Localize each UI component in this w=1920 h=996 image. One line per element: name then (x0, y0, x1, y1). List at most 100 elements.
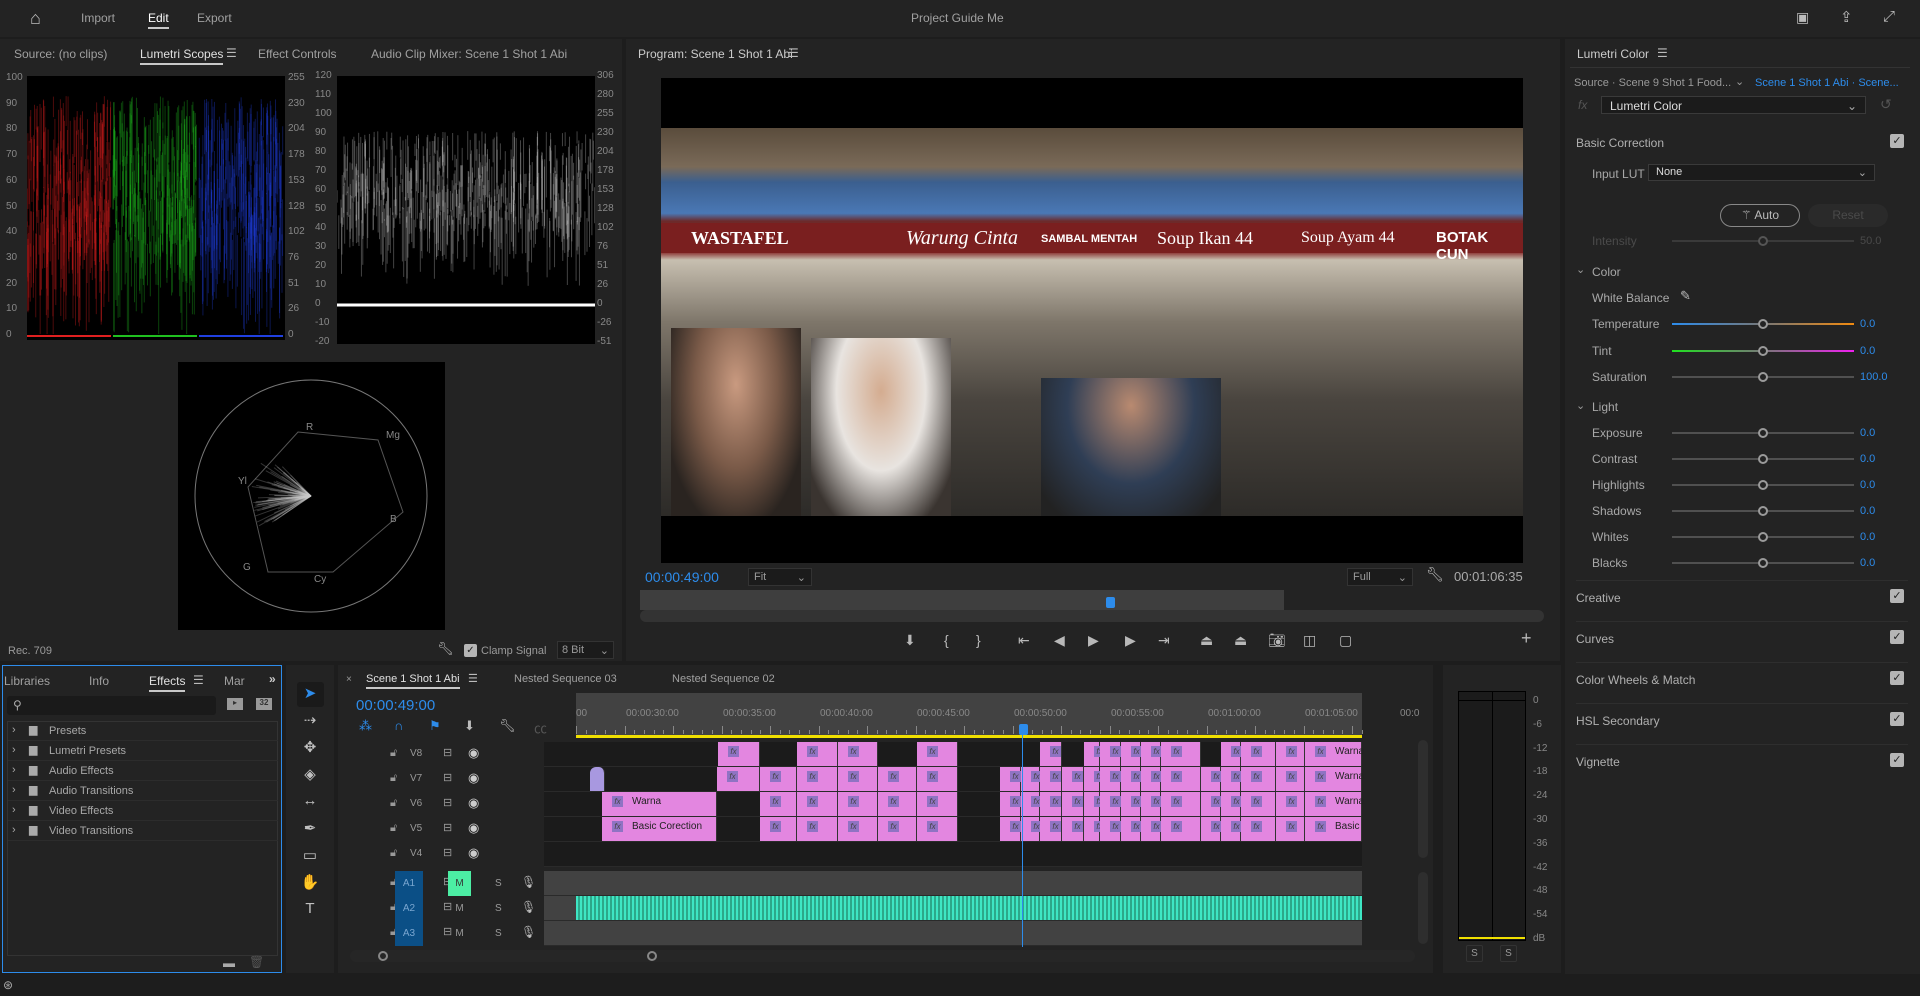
mark-out-icon[interactable]: } (976, 632, 981, 648)
video-clip[interactable]: fx (760, 767, 797, 791)
nav-import[interactable]: Import (81, 11, 115, 25)
track-select-tool-icon[interactable]: ⇢ (298, 711, 322, 729)
lift-icon[interactable]: ⏏ (1200, 632, 1213, 649)
section-basic-correction[interactable]: Basic Correction ✓ (1576, 126, 1908, 150)
slider-knob[interactable] (1758, 319, 1768, 329)
effects-folder[interactable]: › ▆ Presets (8, 721, 278, 741)
chevron-down-icon[interactable]: ⌄ (1735, 75, 1744, 88)
slider-knob[interactable] (1758, 345, 1768, 356)
nav-export[interactable]: Export (197, 11, 232, 25)
video-clip[interactable]: fx (1241, 792, 1276, 816)
track-name[interactable]: V4 (410, 848, 422, 859)
lock-icon[interactable]: 🔓︎ (390, 747, 397, 760)
video-clip[interactable]: fx (1141, 767, 1162, 791)
tint-slider[interactable] (1672, 345, 1854, 356)
video-clip[interactable]: fx (1021, 817, 1042, 841)
section-enable-checkbox[interactable]: ✓ (1890, 671, 1904, 685)
video-clip[interactable]: fx (1221, 767, 1242, 791)
chevron-right-icon[interactable]: › (12, 744, 16, 756)
video-clip[interactable]: fx (1062, 817, 1084, 841)
video-clip[interactable]: fx (718, 742, 760, 766)
video-track-v7[interactable]: 🔓︎ V7 ⊟ ◉ fx fx fx fx fx fx fx fx fx fx fx fx fx fx fx fx fx… (340, 767, 1364, 792)
solo-button[interactable]: S (495, 928, 502, 939)
ripple-edit-tool-icon[interactable]: ✥ (298, 738, 322, 756)
program-zoom-bar[interactable] (640, 610, 1544, 622)
tab-audio-clip-mixer[interactable]: Audio Clip Mixer: Scene 1 Shot 1 Abi (371, 47, 567, 61)
effect-select[interactable]: Lumetri Color ⌄ (1601, 96, 1866, 114)
section-color-wheels-match[interactable]: Color Wheels & Match ✓ (1576, 662, 1908, 703)
chevron-down-icon[interactable]: ⌄ (1576, 263, 1585, 276)
chevron-down-icon[interactable]: ⌄ (1576, 399, 1585, 412)
video-clip[interactable]: fx (1100, 792, 1121, 816)
video-track-v8[interactable]: 🔓︎V8⊟◉fxfxfxfxfxfxfxfxfxfxfxfxfxfxWarna (340, 742, 1364, 767)
section-creative[interactable]: Creative ✓ (1576, 580, 1908, 621)
snap-icon[interactable]: ⁂ (359, 718, 372, 734)
video-track-scrollbar[interactable] (1418, 740, 1428, 858)
reset-button[interactable]: Reset (1808, 204, 1888, 227)
share-icon[interactable]: ⇪ (1840, 8, 1853, 26)
linked-selection-icon[interactable]: ∩ (394, 718, 403, 733)
audio-track-a1[interactable]: 🔓︎A1⊟MS🎙︎ (340, 871, 1362, 896)
video-clip[interactable]: fx (1121, 742, 1142, 766)
video-clip[interactable]: fx Warna (602, 792, 717, 816)
wrench-icon[interactable]: 🔧︎ (499, 718, 516, 734)
video-clip[interactable]: fx (1141, 742, 1162, 766)
section-enable-checkbox[interactable]: ✓ (1890, 753, 1904, 767)
effects-search-input[interactable]: ⚲ (7, 696, 216, 715)
tab-nested-sequence-03[interactable]: Nested Sequence 03 (514, 673, 617, 685)
track-name[interactable]: V5 (410, 823, 422, 834)
eye-icon[interactable]: ◉ (468, 770, 479, 786)
slider-knob[interactable] (1758, 506, 1768, 516)
video-clip[interactable]: fx (717, 767, 760, 791)
video-clip[interactable]: fx (838, 817, 878, 841)
video-track-v6[interactable]: 🔓︎ V6 ⊟ ◉ fx Warna fx fx fx fx fx fx fx fx fx fx fx fx fx f… (340, 792, 1364, 817)
chevron-right-icon[interactable]: › (12, 804, 16, 816)
video-clip[interactable]: fx (1084, 742, 1105, 766)
color-section-label[interactable]: Color (1592, 265, 1621, 279)
contrast-slider[interactable] (1672, 454, 1854, 464)
video-clip[interactable]: fx (1100, 767, 1121, 791)
extract-icon[interactable]: ⏏ (1234, 632, 1247, 649)
mark-in-icon[interactable]: { (944, 632, 949, 648)
hand-tool-icon[interactable]: ✋ (298, 873, 322, 891)
program-video-frame[interactable]: WASTAFEL Warung Cinta SAMBAL MENTAH Soup… (661, 78, 1523, 563)
eye-icon[interactable]: ◉ (468, 795, 479, 811)
temperature-slider[interactable] (1672, 319, 1854, 329)
accelerated-effects-icon[interactable]: ▸ (227, 698, 243, 710)
chevron-right-icon[interactable]: › (12, 824, 16, 836)
razor-tool-icon[interactable]: ◈ (298, 765, 322, 783)
eyedropper-icon[interactable]: ✎ (1680, 288, 1691, 304)
tint-value[interactable]: 0.0 (1860, 345, 1875, 357)
lock-icon[interactable]: 🔓︎ (390, 772, 397, 785)
video-clip[interactable]: fx (1201, 817, 1222, 841)
tab-info[interactable]: Info (89, 674, 109, 688)
video-clip[interactable]: fx (1221, 792, 1242, 816)
video-clip[interactable]: fx Warna (1305, 792, 1364, 816)
video-clip[interactable]: fx (1040, 817, 1062, 841)
video-clip[interactable]: fx (1276, 792, 1305, 816)
whites-slider[interactable] (1672, 532, 1854, 542)
more-panels-icon[interactable]: » (269, 672, 276, 686)
eye-icon[interactable]: ◉ (468, 845, 479, 861)
track-name[interactable]: V8 (410, 748, 422, 759)
selection-tool-icon[interactable]: ➤ (298, 684, 322, 702)
microphone-icon[interactable]: 🎙︎ (521, 875, 536, 889)
eye-icon[interactable]: ◉ (468, 820, 479, 836)
track-name[interactable]: V7 (410, 773, 422, 784)
blacks-slider[interactable] (1672, 558, 1854, 568)
video-clip[interactable]: fx Warna (1305, 742, 1364, 766)
auto-button[interactable]: ⚚ Auto (1720, 204, 1800, 227)
microphone-icon[interactable]: 🎙︎ (521, 900, 536, 914)
rectangle-tool-icon[interactable]: ▭ (298, 846, 322, 864)
bit-depth-select[interactable]: 8 Bit ⌄ (557, 641, 614, 659)
mute-button[interactable]: M (448, 896, 471, 921)
video-clip[interactable]: fx (1021, 767, 1042, 791)
video-clip[interactable]: fx (1062, 792, 1084, 816)
audio-track-scrollbar[interactable] (1418, 872, 1428, 944)
sync-lock-icon[interactable]: ⊟ (443, 796, 452, 809)
video-clip[interactable]: fx (1161, 767, 1201, 791)
compare-icon[interactable]: ◫ (1303, 632, 1316, 649)
sync-lock-icon[interactable]: ⊟ (443, 821, 452, 834)
video-clip[interactable]: fx (1201, 767, 1222, 791)
tab-effect-controls[interactable]: Effect Controls (258, 47, 336, 61)
